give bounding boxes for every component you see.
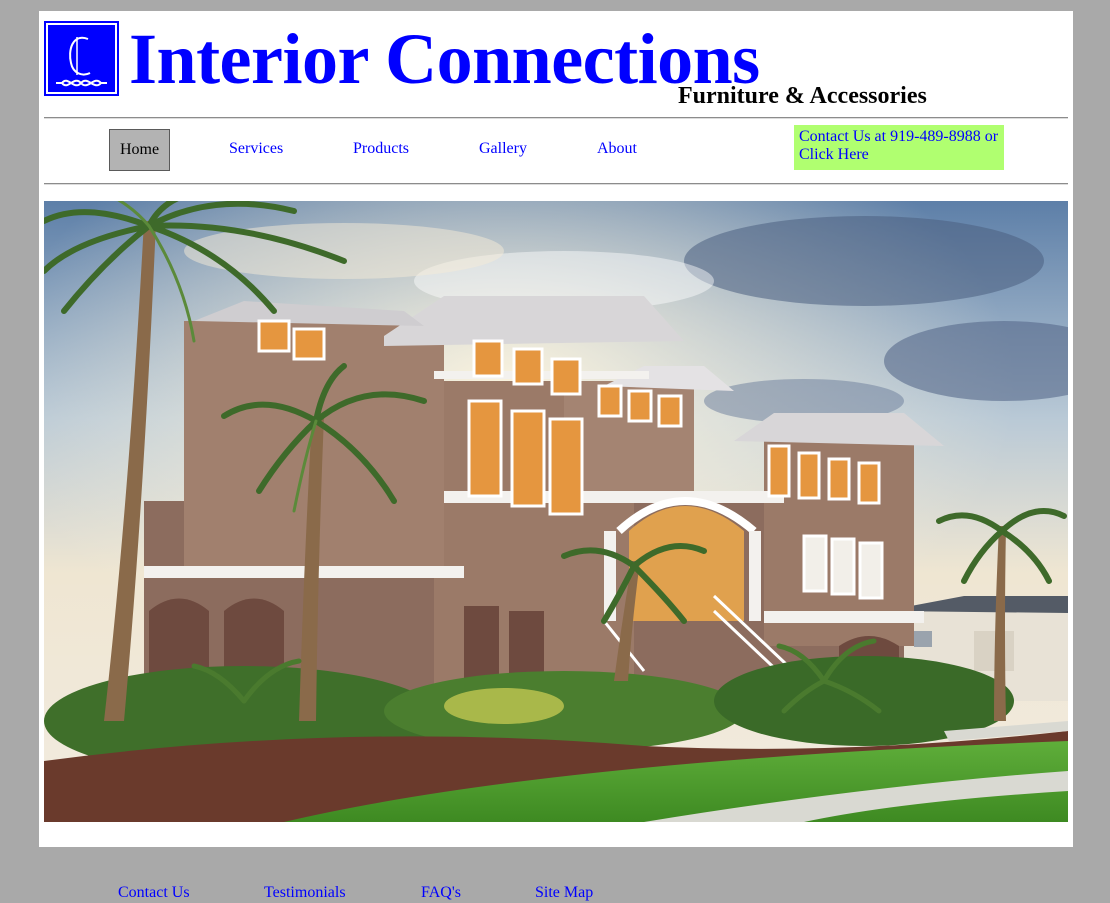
nav-divider bbox=[44, 183, 1068, 185]
nav-home[interactable]: Home bbox=[109, 129, 170, 171]
footer-contact-us-link[interactable]: Contact Us bbox=[118, 883, 190, 903]
site-title: Interior Connections bbox=[129, 19, 760, 99]
header-divider bbox=[44, 117, 1068, 119]
footer-faqs-link[interactable]: FAQ's bbox=[421, 883, 461, 903]
contact-phone-text: Contact Us at 919-489-8988 or bbox=[799, 128, 999, 145]
contact-click-here-link[interactable]: Click Here bbox=[799, 146, 1004, 164]
logo-icon bbox=[46, 23, 117, 94]
nav-about[interactable]: About bbox=[597, 129, 637, 169]
nav-gallery[interactable]: Gallery bbox=[479, 129, 527, 169]
footer-testimonials-link[interactable]: Testimonials bbox=[264, 883, 346, 903]
page-container: Interior Connections Furniture & Accesso… bbox=[39, 11, 1073, 847]
nav-services[interactable]: Services bbox=[229, 129, 283, 169]
hero-image bbox=[44, 201, 1068, 822]
footer-site-map-link[interactable]: Site Map bbox=[535, 883, 593, 903]
nav-products[interactable]: Products bbox=[353, 129, 409, 169]
contact-button[interactable]: Contact Us at 919-489-8988 or Click Here bbox=[794, 125, 1004, 170]
site-logo[interactable] bbox=[44, 21, 119, 96]
site-tagline: Furniture & Accessories bbox=[678, 83, 927, 109]
beach-house-photo bbox=[44, 201, 1068, 822]
